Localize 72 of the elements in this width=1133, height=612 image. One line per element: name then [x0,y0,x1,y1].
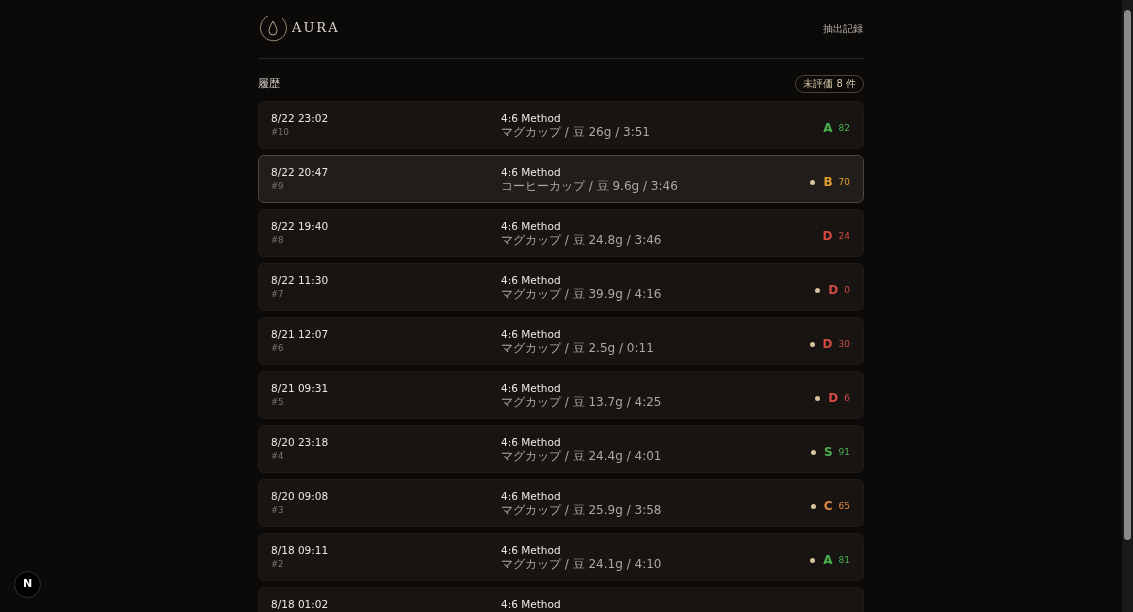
grade-letter: A [823,120,833,137]
brew-number: #3 [271,504,285,517]
method-name: 4:6 Method [501,111,562,125]
score: 81 [838,554,850,568]
method-name: 4:6 Method [501,489,562,503]
grade-letter: D [828,282,839,299]
method-name: 4:6 Method [501,435,562,449]
score: 82 [838,122,850,136]
history-row[interactable]: 8/22 19:40 #8 4:6 Method マグカップ / 豆 24.8g / 3:46 D 24 [258,209,864,257]
date-time: 8/21 09:31 [271,381,330,395]
date-time: 8/22 11:30 [271,273,330,287]
history-row[interactable]: 8/21 12:07 #6 4:6 Method マグカップ / 豆 2.5g / 0:11 D 30 [258,317,864,365]
brew-details: マグカップ / 豆 24.8g / 3:46 [501,233,663,248]
logo-icon [258,13,288,43]
method-name: 4:6 Method [501,543,562,557]
brew-details: マグカップ / 豆 24.1g / 4:10 [501,557,663,572]
date-time: 8/22 19:40 [271,219,330,233]
score: 91 [838,446,850,460]
history-row[interactable]: 8/21 09:31 #5 4:6 Method マグカップ / 豆 13.7g / 4:25 D 6 [258,371,864,419]
brew-details: マグカップ / 豆 26g / 3:51 [501,125,651,140]
brew-details: マグカップ / 豆 24.4g / 4:01 [501,449,663,464]
method-name: 4:6 Method [501,597,562,611]
history-row[interactable]: 8/20 23:18 #4 4:6 Method マグカップ / 豆 24.4g / 4:01 S 91 [258,425,864,473]
date-time: 8/18 01:02 [271,597,330,611]
grade-letter: B [823,174,833,191]
logo-text: AURA [292,19,340,38]
brew-number: #6 [271,342,285,355]
nav-link[interactable]: 抽出記録 [823,20,863,36]
brew-details: マグカップ / 豆 39.9g / 4:16 [501,287,663,302]
brew-number: #5 [271,396,285,409]
brew-number: #9 [271,180,285,193]
grade-letter: A [823,552,833,569]
method-name: 4:6 Method [501,327,562,341]
history-row[interactable]: 8/18 01:02 4:6 Method [258,587,864,612]
method-name: 4:6 Method [501,381,562,395]
scrollbar[interactable] [1122,0,1133,612]
brew-details: コーヒーカップ / 豆 9.6g / 3:46 [501,179,679,194]
date-time: 8/18 09:11 [271,543,330,557]
score: 6 [844,392,850,406]
brew-number: #7 [271,288,285,301]
brew-details: マグカップ / 豆 2.5g / 0:11 [501,341,655,356]
method-name: 4:6 Method [501,273,562,287]
history-row[interactable]: 8/22 23:02 #10 4:6 Method マグカップ / 豆 26g / 3:51 A 82 [258,101,864,149]
brew-details: マグカップ / 豆 13.7g / 4:25 [501,395,663,410]
section-title: 履歴 [258,75,280,92]
date-time: 8/22 20:47 [271,165,330,179]
history-row[interactable]: 8/22 20:47 #9 4:6 Method コーヒーカップ / 豆 9.6g / 3:46 B 70 [258,155,864,203]
score: 24 [838,230,850,244]
date-time: 8/22 23:02 [271,111,330,125]
score: 65 [838,500,850,514]
grade-letter: C [823,498,833,515]
date-time: 8/20 23:18 [271,435,330,449]
brew-details: マグカップ / 豆 25.9g / 3:58 [501,503,663,518]
method-name: 4:6 Method [501,219,562,233]
grade-letter: D [822,228,833,245]
dev-badge[interactable]: N [14,571,41,598]
brew-number: #4 [271,450,285,463]
grade-letter: S [823,444,833,461]
brew-number: #8 [271,234,285,247]
score: 0 [844,284,850,298]
score: 70 [838,176,850,190]
history-row[interactable]: 8/18 09:11 #2 4:6 Method マグカップ / 豆 24.1g / 4:10 A 81 [258,533,864,581]
history-row[interactable]: 8/20 09:08 #3 4:6 Method マグカップ / 豆 25.9g / 3:58 C 65 [258,479,864,527]
grade-letter: D [828,390,839,407]
score: 30 [838,338,850,352]
grade-letter: D [822,336,833,353]
method-name: 4:6 Method [501,165,562,179]
date-time: 8/20 09:08 [271,489,330,503]
brew-number: #2 [271,558,285,571]
brew-number: #10 [271,126,290,139]
date-time: 8/21 12:07 [271,327,330,341]
history-row[interactable]: 8/22 11:30 #7 4:6 Method マグカップ / 豆 39.9g / 4:16 D 0 [258,263,864,311]
